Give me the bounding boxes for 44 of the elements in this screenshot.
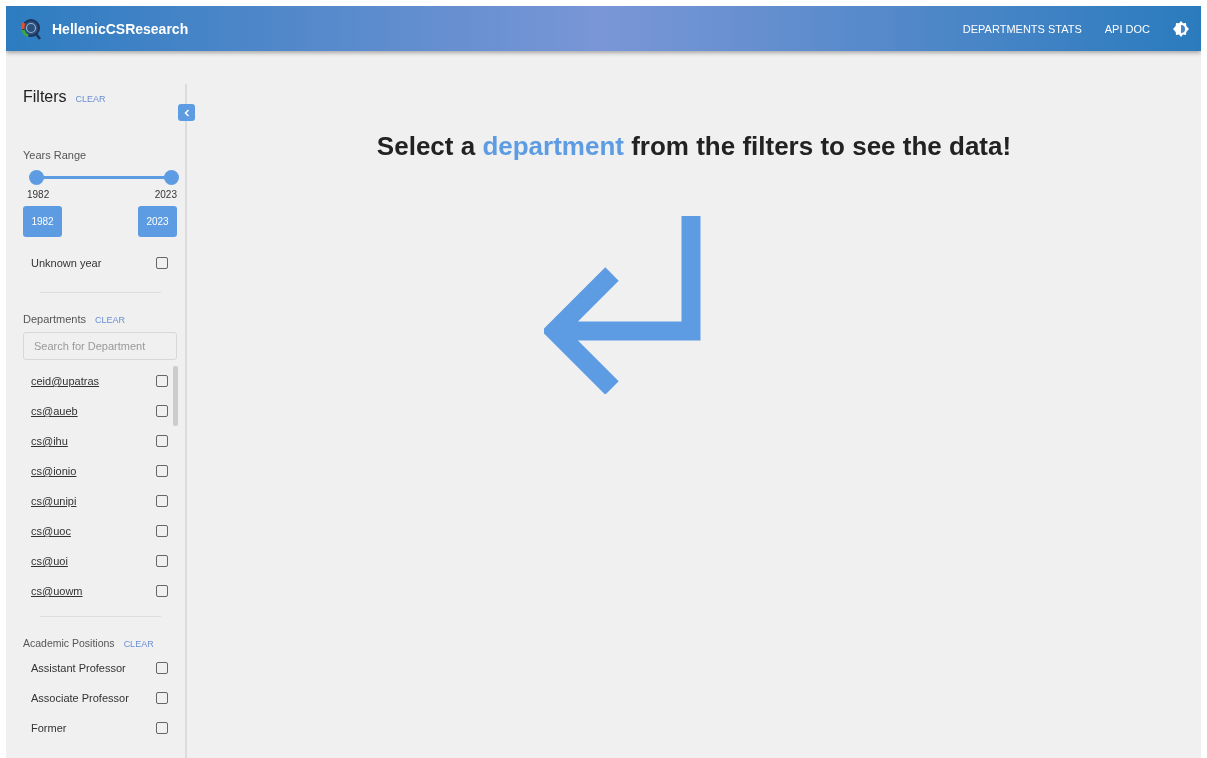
checkbox[interactable]: [156, 375, 168, 387]
department-link[interactable]: cs@uoi: [31, 555, 68, 567]
collapse-button[interactable]: [178, 104, 195, 121]
department-link[interactable]: cs@aueb: [31, 405, 78, 417]
checkbox[interactable]: [156, 495, 168, 507]
chevron-left-icon: [182, 108, 191, 117]
department-link[interactable]: cs@uowm: [31, 585, 83, 597]
section-label: Academic Positions: [23, 637, 115, 649]
return-arrow-icon: [544, 214, 704, 394]
search-field[interactable]: Search for Department: [23, 332, 177, 360]
logo-icon: [19, 16, 43, 41]
department-link[interactable]: ceid@upatras: [31, 375, 100, 387]
checkbox[interactable]: [156, 662, 168, 674]
theme-toggle-icon[interactable]: [1173, 20, 1189, 37]
filters-title: Filters: [23, 88, 67, 106]
section-label: Departments: [23, 313, 86, 325]
section-label: Years Range: [23, 149, 88, 161]
department-link[interactable]: cs@unipi: [31, 495, 77, 507]
checkbox[interactable]: [156, 257, 168, 269]
checkbox[interactable]: [156, 692, 168, 704]
checkbox[interactable]: [156, 722, 168, 734]
department-link[interactable]: cs@ionio: [31, 465, 77, 477]
nav-link[interactable]: API DOC: [1104, 22, 1150, 35]
checkbox[interactable]: [156, 555, 168, 567]
checkbox[interactable]: [156, 405, 168, 417]
slider-thumb[interactable]: [29, 170, 44, 185]
department-link[interactable]: cs@uoc: [31, 525, 71, 537]
range-slider[interactable]: [28, 170, 179, 186]
department-link[interactable]: cs@ihu: [31, 435, 68, 447]
checkbox-label: Associate Professor: [31, 692, 129, 704]
scrollbar[interactable]: [173, 366, 178, 426]
checkbox[interactable]: [156, 465, 168, 477]
tick-label: 1982: [27, 189, 50, 200]
checkbox-label: Former: [31, 722, 67, 734]
brand-name: HellenicCSResearch: [52, 20, 189, 37]
checkbox-label: Assistant Professor: [31, 662, 126, 674]
nav-link[interactable]: DEPARTMENTS STATS: [962, 22, 1082, 35]
prompt-heading: Select a department from the filters to see the data!: [376, 131, 1012, 162]
checkbox-label: Unknown year: [31, 257, 102, 269]
checkbox[interactable]: [156, 525, 168, 537]
tick-label: 2023: [154, 189, 177, 200]
slider-thumb[interactable]: [164, 170, 179, 185]
checkbox[interactable]: [156, 585, 168, 597]
checkbox[interactable]: [156, 435, 168, 447]
